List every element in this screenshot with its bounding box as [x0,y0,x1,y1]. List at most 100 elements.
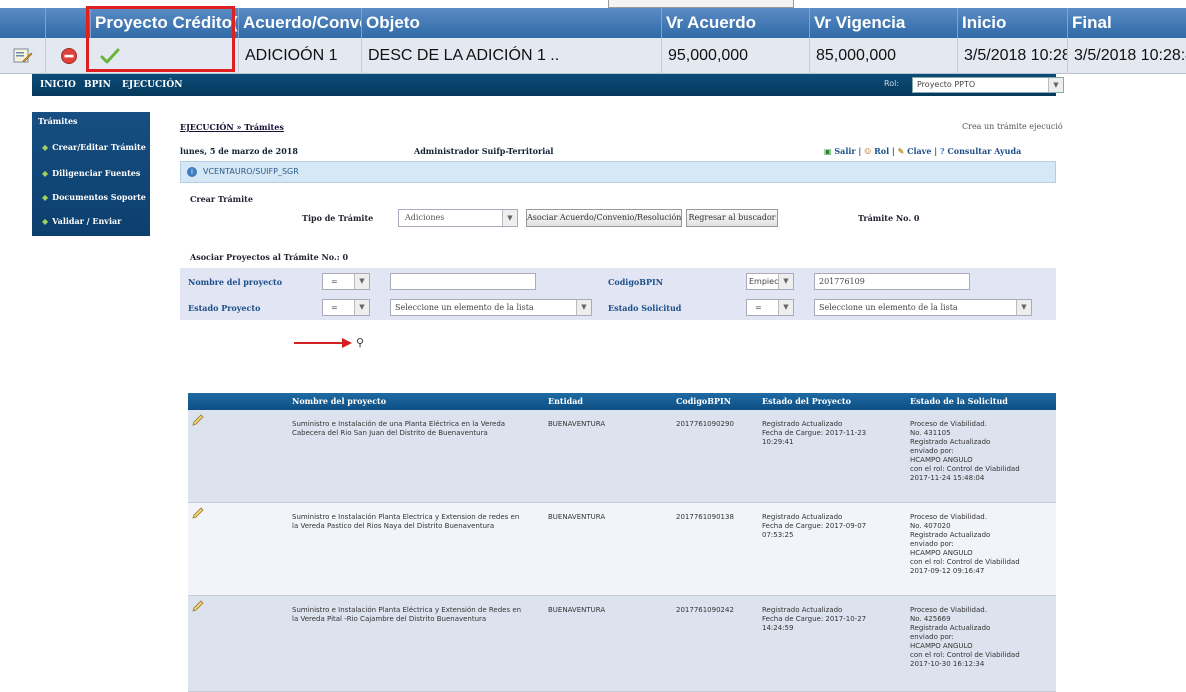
user-icon: ☺ [864,146,872,156]
table-body: Suministro e Instalación de una Planta E… [188,410,1056,692]
grid-cell-final: 3/5/2018 10:28:4 [1067,38,1186,74]
operator-value: = [755,303,762,312]
sidebar-item-validar[interactable]: ◆ Validar / Enviar [42,216,121,226]
col-nombre[interactable]: Nombre del proyecto [292,396,386,406]
operator-value: Empiec [749,277,779,286]
nav-ejecucion[interactable]: EJECUCIÓN [122,74,182,96]
select-value: Seleccione un elemento de la lista [819,303,958,312]
chevron-down-icon[interactable]: ▼ [778,274,793,289]
header-links: ▣ Salir | ☺ Rol | ✎ Clave | ? Consultar … [824,146,1022,156]
sidebar-item-crear[interactable]: ◆ Crear/Editar Trámite [42,142,146,152]
estado-proyecto-label: Estado Proyecto [188,303,261,313]
select-value: Seleccione un elemento de la lista [395,303,534,312]
search-panel: Nombre del proyecto = ▼ CodigoBPIN Empiec… [180,268,1056,320]
col-bpin[interactable]: CodigoBPIN [676,396,731,406]
codigo-bpin-input[interactable]: 201776109 [814,273,970,290]
salir-link[interactable]: Salir [834,146,855,156]
cell-bpin: 2017761090138 [676,513,734,521]
nav-inicio[interactable]: INICIO [40,74,76,96]
estado-proyecto-select[interactable]: Seleccione un elemento de la lista ▼ [390,299,592,316]
operator-value: = [331,303,338,312]
pencil-icon[interactable] [192,600,204,612]
bpin-operator-select[interactable]: Empiec ▼ [746,273,794,290]
info-bar-text: VCENTAURO/SUIFP_SGR [203,167,299,176]
results-table: Nombre del proyecto Entidad CodigoBPIN E… [188,393,1056,692]
edit-icon[interactable] [13,47,33,65]
cell-solicitud: Proceso de Viabilidad. No. 431105 Regist… [910,420,1020,482]
col-estado[interactable]: Estado del Proyecto [762,396,851,406]
sidebar-title: Trámites [38,116,78,126]
pencil-icon[interactable] [192,507,204,519]
rol-link[interactable]: Rol [874,146,889,156]
sidebar-item-label: Diligenciar Fuentes [52,168,141,178]
annotation-arrow [294,342,344,344]
grid-header-vr-vigencia[interactable]: Vr Vigencia [809,8,957,38]
pencil-icon[interactable] [192,414,204,426]
nombre-proyecto-input[interactable] [390,273,536,290]
info-bar: i VCENTAURO/SUIFP_SGR [180,161,1056,183]
chevron-down-icon[interactable]: ▼ [354,300,369,315]
table-row[interactable]: Suministro e Instalación de una Planta E… [188,410,1056,503]
operator-value: = [331,277,338,286]
page-description: Crea un trámite ejecució [962,122,1063,131]
chevron-down-icon[interactable]: ▼ [502,210,517,226]
solicitud-operator-select[interactable]: = ▼ [746,299,794,316]
section-title-crear: Crear Trámite [190,194,253,204]
grid-header-objeto[interactable]: Objeto [361,8,661,38]
info-icon: i [187,167,197,177]
grid-header-final[interactable]: Final [1067,8,1186,38]
section-title-asociar: Asociar Proyectos al Trámite No.: 0 [190,252,349,262]
tramite-number: Trámite No. 0 [858,213,920,223]
delete-icon-cell[interactable] [45,38,91,74]
grid-cell-vr-vigencia: 85,000,000 [809,38,957,74]
regresar-buscador-button[interactable]: Regresar al buscador [686,209,778,227]
bullet-icon: ◆ [42,142,49,152]
rol-select[interactable]: Proyecto PPTO ▼ [912,77,1064,93]
chevron-down-icon[interactable]: ▼ [576,300,591,315]
ayuda-link[interactable]: Consultar Ayuda [947,146,1021,156]
chevron-down-icon[interactable]: ▼ [1048,78,1063,92]
grid-header-blank-1 [0,8,45,38]
cell-nombre: Suministro e Instalación de una Planta E… [292,420,506,437]
delete-icon[interactable] [60,47,78,65]
table-header: Nombre del proyecto Entidad CodigoBPIN E… [188,393,1056,410]
grid-cell-acuerdo: ADICIOÓN 1 [238,38,361,74]
grid-header-blank-2 [45,8,90,38]
sidebar-item-documentos[interactable]: ◆ Documentos Soporte [42,192,146,202]
col-solicitud[interactable]: Estado de la Solicitud [910,396,1008,406]
cell-nombre: Suministro e Instalación Planta Electric… [292,513,520,530]
cell-bpin: 2017761090290 [676,420,734,428]
breadcrumb[interactable]: EJECUCIÓN » Trámites [180,122,284,132]
chevron-down-icon[interactable]: ▼ [1016,300,1031,315]
estado-solicitud-select[interactable]: Seleccione un elemento de la lista ▼ [814,299,1032,316]
cell-estado: Registrado Actualizado Fecha de Cargue: … [762,606,867,632]
cell-estado: Registrado Actualizado Fecha de Cargue: … [762,513,867,539]
bullet-icon: ◆ [42,192,49,202]
sidebar-item-label: Validar / Enviar [52,216,122,226]
top-nav: INICIO BPIN EJECUCIÓN Rol: Proyecto PPTO… [32,74,1064,96]
sidebar-item-label: Documentos Soporte [52,192,146,202]
estado-operator-select[interactable]: = ▼ [322,299,370,316]
sidebar: Trámites ◆ Crear/Editar Trámite ◆ Diligenc… [32,112,150,236]
cell-estado: Registrado Actualizado Fecha de Cargue: … [762,420,867,446]
nav-bpin[interactable]: BPIN [84,74,111,96]
table-row[interactable]: Suministro e Instalación Planta Electric… [188,503,1056,596]
sidebar-item-fuentes[interactable]: ◆ Diligenciar Fuentes [42,168,140,178]
chevron-down-icon[interactable]: ▼ [354,274,369,289]
chevron-down-icon[interactable]: ▼ [778,300,793,315]
edit-icon-cell[interactable] [0,38,45,74]
tipo-tramite-select[interactable]: Adiciones ▼ [398,209,518,227]
search-icon[interactable]: ⚲ [356,336,364,349]
nombre-operator-select[interactable]: = ▼ [322,273,370,290]
cell-bpin: 2017761090242 [676,606,734,614]
grid-cell-inicio: 3/5/2018 10:28:4 [957,38,1067,74]
grid-header-vr-acuerdo[interactable]: Vr Acuerdo [661,8,809,38]
table-row[interactable]: Suministro e Instalación Planta Eléctric… [188,596,1056,692]
grid-header-acuerdo[interactable]: Acuerdo/Conve [238,8,361,38]
clave-link[interactable]: Clave [907,146,931,156]
cell-entidad: BUENAVENTURA [548,513,606,521]
asociar-acuerdo-button[interactable]: Asociar Acuerdo/Convenio/Resolución [526,209,682,227]
help-icon: ? [939,146,945,156]
col-entidad[interactable]: Entidad [548,396,583,406]
grid-header-inicio[interactable]: Inicio [957,8,1067,38]
